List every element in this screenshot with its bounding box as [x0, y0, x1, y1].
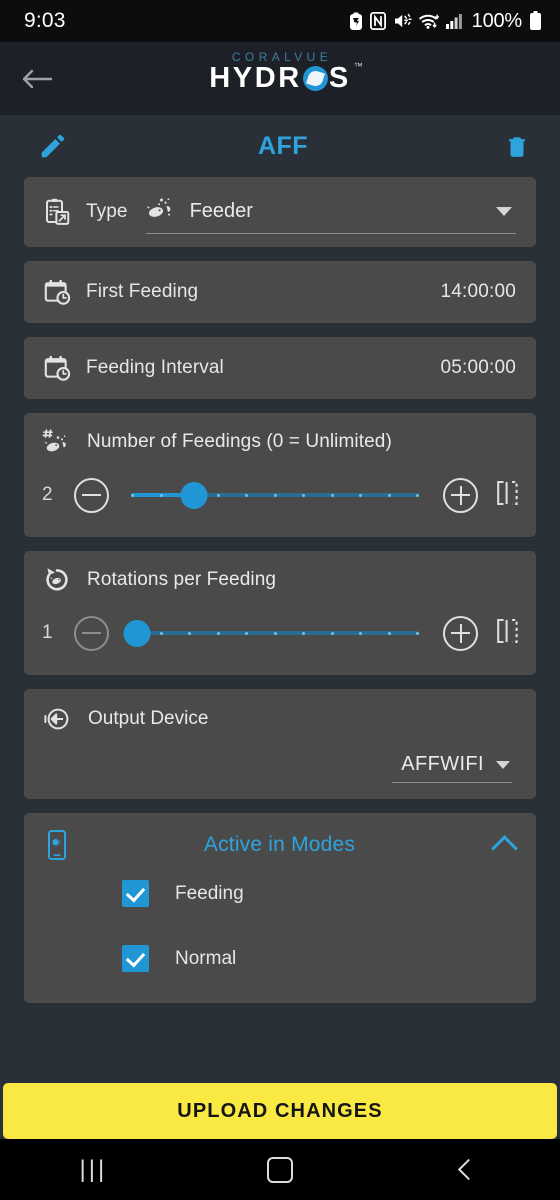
decrement-rotations-button[interactable]: [74, 615, 109, 651]
feedings-slider[interactable]: [131, 475, 419, 515]
number-of-feedings-header: Number of Feedings (0 = Unlimited): [40, 427, 520, 457]
logo-trademark: ™: [353, 61, 363, 71]
nav-back-icon[interactable]: [373, 1139, 560, 1200]
feedings-slider-thumb[interactable]: [180, 481, 208, 509]
feeding-checkbox[interactable]: [122, 880, 149, 907]
clipboard-export-icon: [40, 197, 74, 227]
number-of-feedings-control: 2: [40, 469, 520, 521]
decrement-feedings-button[interactable]: [74, 477, 109, 513]
rotation-fish-icon: [40, 565, 74, 595]
output-device-card: Output Device AFFWIFI: [24, 689, 536, 799]
wifi-icon: [418, 12, 439, 30]
numeric-input-icon[interactable]: [494, 479, 520, 512]
hash-fish-icon: [40, 427, 74, 457]
calendar-clock-icon: [40, 278, 74, 306]
active-in-modes-card: Active in Modes Feeding Normal: [24, 813, 536, 1003]
status-bar: 9:03 100%: [0, 0, 560, 42]
mode-label-feeding: Feeding: [175, 882, 244, 904]
home-icon[interactable]: [187, 1139, 374, 1200]
title-row: AFF: [0, 115, 560, 177]
number-of-feedings-card: Number of Feedings (0 = Unlimited) 2: [24, 413, 536, 537]
fish-food-icon: [146, 196, 176, 227]
logo-hydros-text: HYDR S ™: [209, 62, 363, 94]
feeding-interval-value: 05:00:00: [440, 357, 516, 378]
type-label: Type: [86, 201, 128, 222]
android-nav-bar: |||: [0, 1139, 560, 1200]
rotations-slider-thumb[interactable]: [123, 619, 151, 647]
output-arrow-icon: [40, 705, 74, 733]
trash-icon[interactable]: [504, 132, 530, 160]
rotations-per-feeding-card: Rotations per Feeding 1: [24, 551, 536, 675]
rotations-per-feeding-control: 1: [40, 607, 520, 659]
active-in-modes-title: Active in Modes: [203, 833, 356, 856]
number-of-feedings-title: Number of Feedings (0 = Unlimited): [87, 431, 392, 452]
logo-hydros-part2: S: [328, 62, 351, 94]
first-feeding-row[interactable]: First Feeding 14:00:00: [24, 261, 536, 323]
mode-label-normal: Normal: [175, 947, 237, 969]
type-value: Feeder: [189, 200, 253, 222]
eco-icon: [349, 12, 363, 31]
logo-leaf-o-icon: [302, 66, 328, 91]
feeding-interval-row[interactable]: Feeding Interval 05:00:00: [24, 337, 536, 399]
rotations-per-feeding-title: Rotations per Feeding: [87, 569, 277, 590]
feeding-interval-label: Feeding Interval: [86, 357, 224, 378]
logo-hydros-part1: HYDR: [209, 62, 302, 94]
numeric-input-icon[interactable]: [494, 617, 520, 650]
active-in-modes-header[interactable]: Active in Modes: [40, 829, 518, 862]
status-time: 9:03: [24, 9, 66, 32]
output-device-value: AFFWIFI: [401, 753, 484, 775]
rotations-slider[interactable]: [123, 613, 419, 653]
output-device-header: Output Device: [40, 705, 512, 733]
mode-item-normal[interactable]: Normal: [40, 926, 514, 991]
logo-coralvue-text: CORALVUE: [231, 50, 333, 64]
increment-rotations-button[interactable]: [443, 615, 478, 651]
chevron-down-icon: [496, 760, 510, 769]
calendar-clock-icon: [40, 354, 74, 382]
upload-changes-button[interactable]: UPLOAD CHANGES: [3, 1083, 557, 1139]
first-feeding-label: First Feeding: [86, 281, 199, 302]
page-title: AFF: [257, 131, 309, 160]
settings-content: Type Feeder First Feeding 14:00:00 Feedi…: [0, 177, 560, 1003]
hydros-logo: CORALVUE HYDR S ™: [0, 50, 560, 93]
first-feeding-value: 14:00:00: [440, 281, 516, 302]
rotations-per-feeding-value: 1: [42, 622, 53, 643]
normal-checkbox[interactable]: [122, 945, 149, 972]
output-device-select-wrap: AFFWIFI: [40, 753, 512, 783]
back-arrow-icon[interactable]: [0, 42, 74, 115]
rotations-per-feeding-header: Rotations per Feeding: [40, 565, 520, 595]
rotations-slider-ticks: [131, 631, 419, 635]
recents-glyph: |||: [79, 1155, 108, 1183]
recents-icon[interactable]: |||: [0, 1139, 187, 1200]
phone-screen: 9:03 100% CORALVUE HYDR S ™ AFF Type Fee…: [0, 0, 560, 1200]
chevron-up-icon[interactable]: [491, 834, 518, 862]
type-dropdown[interactable]: Feeder: [145, 191, 516, 234]
status-icon-group: 100%: [349, 10, 542, 33]
chevron-down-icon: [496, 207, 512, 216]
nfc-icon: [369, 12, 386, 30]
mode-item-feeding[interactable]: Feeding: [40, 861, 514, 926]
battery-icon: [529, 11, 542, 31]
feedings-slider-ticks: [131, 493, 419, 497]
app-bar: CORALVUE HYDR S ™: [0, 42, 560, 115]
mute-icon: [393, 12, 412, 30]
increment-feedings-button[interactable]: [443, 477, 478, 513]
number-of-feedings-value: 2: [42, 484, 53, 505]
output-device-label: Output Device: [88, 708, 209, 729]
battery-percent-label: 100%: [471, 9, 523, 32]
type-card: Type Feeder: [24, 177, 536, 247]
signal-icon: [445, 12, 463, 30]
output-device-dropdown[interactable]: AFFWIFI: [392, 753, 512, 783]
